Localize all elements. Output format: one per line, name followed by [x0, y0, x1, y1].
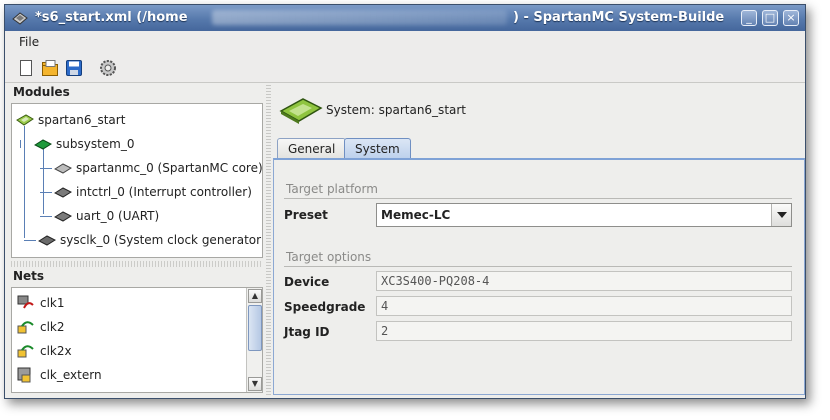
tree-branch — [40, 167, 52, 169]
system-board-icon — [16, 114, 34, 126]
target-platform-heading: Target platform — [286, 182, 378, 196]
tree-item-label: intctrl_0 (Interrupt controller) — [76, 185, 252, 199]
save-icon[interactable] — [65, 59, 83, 77]
title-bar[interactable]: *s6_start.xml (/home ) - SpartanMC Syste… — [5, 5, 805, 31]
scroll-down-button[interactable]: ▼ — [248, 377, 262, 391]
net-green-icon — [17, 321, 34, 334]
window-title: *s6_start.xml (/home — [35, 10, 188, 25]
nets-label: Nets — [13, 269, 45, 283]
net-label: clk2x — [40, 344, 72, 358]
uart-chip-icon — [54, 211, 72, 222]
nets-list: clk1 clk2 clk2x clk_extern ▲ ▼ — [11, 287, 263, 393]
net-label: clk2 — [40, 320, 65, 334]
controller-chip-icon — [54, 187, 72, 198]
scroll-thumb[interactable] — [248, 305, 262, 351]
speedgrade-label: Speedgrade — [284, 300, 366, 314]
tree-item-spartanmc[interactable]: spartanmc_0 (SpartanMC core) — [40, 157, 263, 179]
tab-system[interactable]: System — [344, 138, 411, 159]
scroll-up-button[interactable]: ▲ — [248, 289, 262, 303]
net-item[interactable]: clk1 — [16, 292, 65, 314]
jtag-id-field[interactable]: 2 — [376, 321, 792, 341]
app-window: *s6_start.xml (/home ) - SpartanMC Syste… — [4, 4, 806, 399]
tree-branch — [40, 215, 52, 217]
menu-bar: File — [5, 31, 805, 53]
net-item[interactable]: clk2x — [16, 340, 72, 362]
open-folder-icon[interactable] — [41, 59, 59, 77]
tab-general[interactable]: General — [277, 138, 347, 159]
maximize-button[interactable]: □ — [762, 10, 778, 26]
minimize-button[interactable]: _ — [741, 10, 757, 26]
preset-label: Preset — [284, 208, 328, 222]
tree-item-intctrl[interactable]: intctrl_0 (Interrupt controller) — [40, 181, 252, 203]
tree-item-sysclk[interactable]: sysclk_0 (System clock generator) — [24, 229, 263, 251]
tree-item-label: uart_0 (UART) — [76, 209, 160, 223]
device-label: Device — [284, 275, 330, 289]
new-file-icon[interactable] — [17, 59, 35, 77]
modules-label: Modules — [13, 85, 70, 99]
net-item[interactable]: clk_extern — [16, 364, 102, 386]
system-board-icon-large — [279, 98, 323, 124]
tree-subsystem-label: subsystem_0 — [56, 137, 135, 151]
tree-item-label: sysclk_0 (System clock generator) — [60, 233, 263, 247]
settings-gear-icon[interactable] — [99, 59, 117, 77]
tree-branch — [40, 191, 52, 193]
device-field[interactable]: XC3S400-PQ208-4 — [376, 271, 792, 291]
speedgrade-field[interactable]: 4 — [376, 296, 792, 316]
window-title-rest: ) - SpartanMC System-Builde — [513, 10, 725, 25]
net-green-icon — [17, 345, 34, 358]
section-divider — [284, 266, 792, 267]
menu-file[interactable]: File — [19, 35, 39, 49]
net-red-icon — [17, 295, 34, 309]
chevron-down-icon[interactable] — [771, 204, 791, 226]
target-options-heading: Target options — [286, 250, 372, 264]
core-chip-icon — [54, 163, 72, 174]
app-icon — [12, 12, 28, 25]
subsystem-chip-icon — [34, 139, 52, 150]
system-title: System: spartan6_start — [326, 103, 467, 117]
nets-scrollbar[interactable]: ▲ ▼ — [246, 288, 262, 392]
tree-root[interactable]: spartan6_start — [16, 109, 125, 131]
modules-tree: spartan6_start subsystem_0 spartanmc_0 (… — [11, 103, 263, 258]
vertical-splitter[interactable] — [266, 85, 271, 395]
redacted-path — [212, 10, 507, 25]
net-item[interactable]: clk2 — [16, 316, 65, 338]
jtag-id-label: Jtag ID — [284, 325, 330, 339]
preset-value: Memec-LC — [381, 208, 451, 222]
net-label: clk_extern — [40, 368, 102, 382]
tree-subsystem[interactable]: subsystem_0 — [20, 133, 135, 155]
section-divider — [284, 198, 792, 199]
tree-item-label: spartanmc_0 (SpartanMC core) — [76, 161, 263, 175]
horizontal-splitter[interactable] — [11, 261, 263, 267]
preset-select[interactable]: Memec-LC — [376, 203, 792, 227]
expand-handle-icon[interactable] — [20, 140, 30, 148]
close-button[interactable]: × — [783, 10, 799, 26]
tree-branch — [24, 239, 36, 241]
tree-item-uart[interactable]: uart_0 (UART) — [40, 205, 159, 227]
tree-root-label: spartan6_start — [38, 113, 126, 127]
clock-chip-icon — [38, 235, 56, 246]
net-label: clk1 — [40, 296, 65, 310]
toolbar — [5, 53, 805, 83]
net-external-icon — [17, 367, 31, 383]
